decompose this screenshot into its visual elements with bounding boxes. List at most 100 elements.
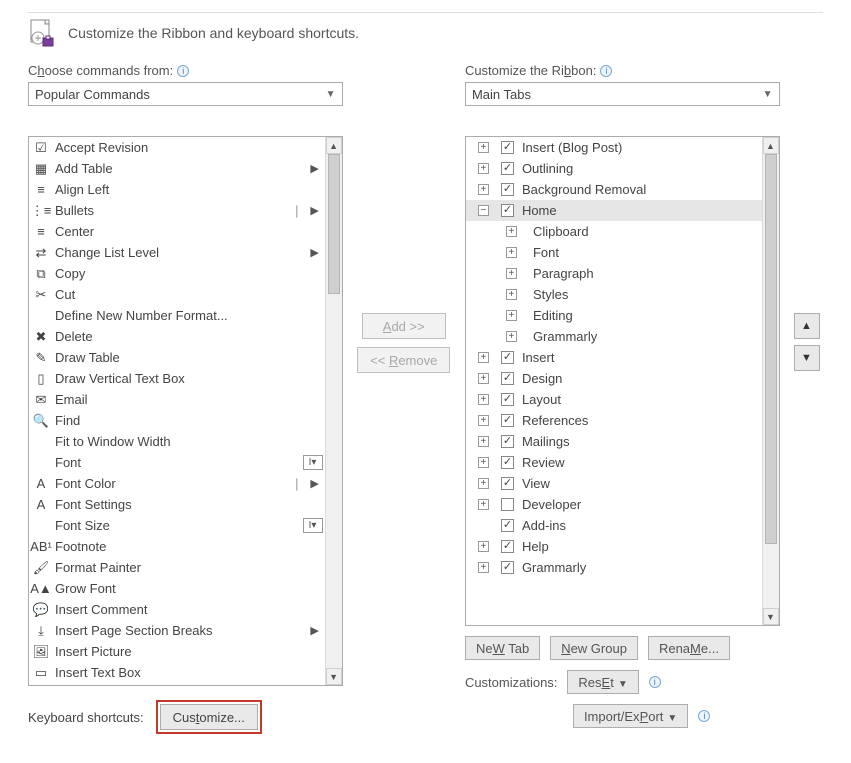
remove-button[interactable]: << Remove <box>357 347 450 373</box>
checkbox[interactable] <box>501 414 514 427</box>
checkbox[interactable] <box>501 141 514 154</box>
rename-button[interactable]: RenaMe... <box>648 636 730 660</box>
expand-toggle-icon[interactable]: + <box>478 457 489 468</box>
command-item[interactable]: ▯Draw Vertical Text Box <box>29 368 325 389</box>
choose-commands-combo[interactable]: Popular Commands ▼ <box>28 82 343 106</box>
ribbon-tree[interactable]: +Insert (Blog Post)+Outlining+Background… <box>465 136 780 626</box>
command-item[interactable]: ☑Accept Revision <box>29 137 325 158</box>
expand-toggle-icon[interactable]: + <box>478 394 489 405</box>
checkbox[interactable] <box>501 540 514 553</box>
expand-toggle-icon[interactable]: + <box>478 163 489 174</box>
expand-toggle-icon[interactable]: + <box>478 184 489 195</box>
scroll-up-icon[interactable]: ▲ <box>763 137 779 154</box>
expand-toggle-icon[interactable]: + <box>506 268 517 279</box>
new-tab-button[interactable]: NeW Tab <box>465 636 540 660</box>
expand-toggle-icon[interactable]: + <box>478 562 489 573</box>
command-item[interactable]: Define New Number Format... <box>29 305 325 326</box>
tree-item[interactable]: +Insert (Blog Post) <box>466 137 762 158</box>
checkbox[interactable] <box>501 351 514 364</box>
import-export-button[interactable]: Import/ExPort▼ <box>573 704 688 728</box>
tree-item[interactable]: +Layout <box>466 389 762 410</box>
checkbox[interactable] <box>501 477 514 490</box>
tree-item[interactable]: +Developer <box>466 494 762 515</box>
command-item[interactable]: ✉Email <box>29 389 325 410</box>
command-item[interactable]: AB¹Footnote <box>29 536 325 557</box>
checkbox[interactable] <box>501 435 514 448</box>
move-down-button[interactable]: ▼ <box>794 345 820 371</box>
command-item[interactable]: ⇄Change List Level▶ <box>29 242 325 263</box>
tree-item[interactable]: +Styles <box>466 284 762 305</box>
command-item[interactable]: ✖Delete <box>29 326 325 347</box>
checkbox[interactable] <box>501 393 514 406</box>
command-item[interactable]: ▦Add Table▶ <box>29 158 325 179</box>
expand-toggle-icon[interactable]: + <box>506 226 517 237</box>
tree-item[interactable]: +View <box>466 473 762 494</box>
command-item[interactable]: ⧉Copy <box>29 263 325 284</box>
scroll-down-icon[interactable]: ▼ <box>326 668 342 685</box>
tree-item[interactable]: +Help <box>466 536 762 557</box>
command-item[interactable]: ▭Insert Text Box <box>29 662 325 683</box>
command-item[interactable]: AFont Color|▶ <box>29 473 325 494</box>
tree-item[interactable]: +Insert <box>466 347 762 368</box>
command-item[interactable]: FontI▾ <box>29 452 325 473</box>
command-item[interactable]: 🔍Find <box>29 410 325 431</box>
commands-listbox[interactable]: ☑Accept Revision▦Add Table▶≡Align Left⋮≡… <box>28 136 343 686</box>
checkbox[interactable] <box>501 519 514 532</box>
tree-item[interactable]: +Mailings <box>466 431 762 452</box>
command-item[interactable]: 💬Insert Comment <box>29 599 325 620</box>
tree-item[interactable]: +Design <box>466 368 762 389</box>
command-item[interactable]: ≡Center <box>29 221 325 242</box>
tree-item[interactable]: +Editing <box>466 305 762 326</box>
new-group-button[interactable]: New Group <box>550 636 638 660</box>
checkbox[interactable] <box>501 561 514 574</box>
tree-item[interactable]: +Grammarly <box>466 557 762 578</box>
tree-item[interactable]: −Home <box>466 200 762 221</box>
tree-item[interactable]: +Review <box>466 452 762 473</box>
expand-toggle-icon[interactable]: + <box>506 310 517 321</box>
move-up-button[interactable]: ▲ <box>794 313 820 339</box>
add-button[interactable]: Add >> <box>362 313 446 339</box>
expand-toggle-icon[interactable]: + <box>506 289 517 300</box>
checkbox[interactable] <box>501 183 514 196</box>
command-item[interactable]: 🖌Format Painter <box>29 557 325 578</box>
checkbox[interactable] <box>501 498 514 511</box>
info-icon[interactable]: i <box>177 65 189 77</box>
tree-item[interactable]: +Clipboard <box>466 221 762 242</box>
expand-toggle-icon[interactable]: + <box>478 373 489 384</box>
tree-item[interactable]: +Grammarly <box>466 326 762 347</box>
expand-toggle-icon[interactable]: + <box>478 415 489 426</box>
tree-item[interactable]: +Outlining <box>466 158 762 179</box>
command-item[interactable]: A▲Grow Font <box>29 578 325 599</box>
tree-item[interactable]: +Font <box>466 242 762 263</box>
expand-toggle-icon[interactable]: + <box>506 247 517 258</box>
command-item[interactable]: ✎Draw Table <box>29 347 325 368</box>
command-item[interactable]: ⋮≡Bullets|▶ <box>29 200 325 221</box>
expand-toggle-icon[interactable]: − <box>478 205 489 216</box>
scroll-up-icon[interactable]: ▲ <box>326 137 342 154</box>
checkbox[interactable] <box>501 456 514 469</box>
ribbon-category-combo[interactable]: Main Tabs ▼ <box>465 82 780 106</box>
info-icon[interactable]: i <box>649 676 661 688</box>
reset-button[interactable]: ResEt▼ <box>567 670 638 694</box>
checkbox[interactable] <box>501 162 514 175</box>
info-icon[interactable]: i <box>600 65 612 77</box>
command-item[interactable]: ✂Cut <box>29 284 325 305</box>
expand-toggle-icon[interactable]: + <box>478 499 489 510</box>
scroll-down-icon[interactable]: ▼ <box>763 608 779 625</box>
command-item[interactable]: ⤓Insert Page Section Breaks▶ <box>29 620 325 641</box>
command-item[interactable]: 🖼Insert Picture <box>29 641 325 662</box>
command-item[interactable]: AFont Settings <box>29 494 325 515</box>
expand-toggle-icon[interactable]: + <box>478 478 489 489</box>
tree-item[interactable]: +References <box>466 410 762 431</box>
expand-toggle-icon[interactable]: + <box>478 436 489 447</box>
checkbox[interactable] <box>501 204 514 217</box>
checkbox[interactable] <box>501 372 514 385</box>
tree-item[interactable]: +Background Removal <box>466 179 762 200</box>
scroll-thumb[interactable] <box>765 154 777 544</box>
expand-toggle-icon[interactable]: + <box>478 541 489 552</box>
info-icon[interactable]: i <box>698 710 710 722</box>
command-item[interactable]: ≡Align Left <box>29 179 325 200</box>
scroll-thumb[interactable] <box>328 154 340 294</box>
tree-item[interactable]: +Paragraph <box>466 263 762 284</box>
command-item[interactable]: Font SizeI▾ <box>29 515 325 536</box>
